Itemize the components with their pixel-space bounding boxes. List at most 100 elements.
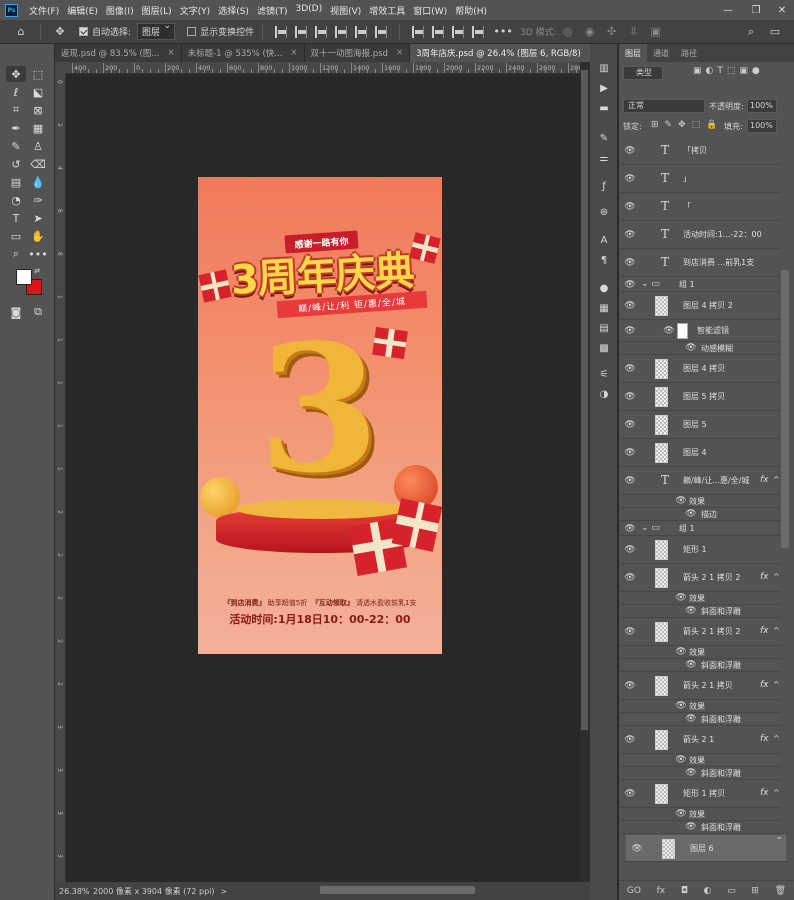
move-tool-icon[interactable]: ✥ [6, 66, 26, 82]
document-tab[interactable]: 双十一动图海报.psd × [305, 44, 411, 62]
visibility-eye-icon[interactable]: 👁 [624, 573, 636, 583]
adjustments-panel-icon[interactable]: ◑ [595, 386, 613, 402]
align-right-icon[interactable] [315, 25, 328, 38]
visibility-eye-icon[interactable]: 👁 [685, 768, 697, 778]
filter-kind-dropdown[interactable]: 类型 [623, 66, 663, 80]
layer-row[interactable]: 👁 图层 4 拷贝 [619, 355, 781, 383]
blur-icon[interactable]: 💧 [28, 174, 48, 190]
search-icon[interactable]: ⌕ [740, 21, 762, 43]
gradient-panel-icon[interactable]: ▤ [595, 320, 613, 336]
layer-row[interactable]: 👁 T 巅/峰/让...惠/全/城 fx ^ [619, 467, 781, 495]
fx-add-icon[interactable]: fx [657, 886, 666, 896]
visibility-eye-icon[interactable]: 👁 [624, 524, 636, 534]
path-select-icon[interactable]: ➤ [28, 210, 48, 226]
document-artwork[interactable]: 感谢一路有你 3周年庆典 巅/峰/让/利 钜/惠/全/城 3 『到店消费』 助享… [198, 177, 442, 654]
visibility-eye-icon[interactable]: 👁 [624, 146, 636, 156]
layer-row[interactable]: 👁 T 「拷贝 [619, 137, 781, 165]
horizontal-ruler[interactable]: 400 200 0 200 400 600 800 1000 1200 1400 1600 1800 2… [66, 62, 580, 74]
layer-row[interactable]: 👁 ⌄ ▭ 组 1 [619, 521, 781, 536]
character-panel-icon[interactable]: A [595, 232, 613, 248]
layer-row[interactable]: 👁 斜面和浮雕 [619, 821, 781, 834]
layer-row[interactable]: 👁 矩形 1 拷贝 fx ^ [619, 780, 781, 808]
collapse-arrow-icon[interactable]: ^ [773, 680, 780, 689]
visibility-eye-icon[interactable]: 👁 [624, 681, 636, 691]
dodge-icon[interactable]: ◔ [6, 192, 26, 208]
auto-select-checkbox[interactable] [79, 27, 88, 36]
panel-tab[interactable]: 图层 [619, 44, 647, 62]
menu-item[interactable]: 编辑(E) [63, 4, 102, 17]
document-tab[interactable]: 3周年店庆.psd @ 26.4% (图层 6, RGB/8)× [410, 44, 603, 62]
layers-scrollbar[interactable] [781, 270, 789, 548]
brush-tool-icon[interactable]: ✎ [6, 138, 26, 154]
layer-row[interactable]: 👁 👁 智能滤镜 [619, 320, 781, 342]
add-mask-icon[interactable]: ◘ [681, 886, 688, 896]
lasso-tool-icon[interactable]: ℓ [6, 84, 26, 100]
layer-row[interactable]: 👁 描边 [619, 508, 781, 521]
crop-tool-icon[interactable]: ⌗ [6, 102, 26, 118]
menu-item[interactable]: 窗口(W) [409, 4, 451, 17]
visibility-eye-icon[interactable]: 👁 [624, 545, 636, 555]
paragraph-panel-icon[interactable]: ¶ [595, 252, 613, 268]
menu-item[interactable]: 选择(S) [214, 4, 253, 17]
collapse-arrow-icon[interactable]: ^ [773, 572, 780, 581]
collapse-arrow-icon[interactable]: ^ [773, 626, 780, 635]
adjust-icon[interactable]: ⚌ [595, 150, 613, 166]
collapse-arrow-icon[interactable]: ^ [773, 475, 780, 484]
distribute-bottom-icon[interactable] [452, 25, 465, 38]
visibility-eye-icon[interactable]: 👁 [624, 448, 636, 458]
new-group-icon[interactable]: ▭ [727, 886, 736, 896]
vertical-ruler[interactable]: 0 2 4 6 8 1 1 1 1 1 2 2 2 2 2 3 3 3 3 [55, 74, 66, 882]
visibility-eye-icon[interactable]: 👁 [675, 496, 687, 506]
screen-mode-icon[interactable]: ⧉ [28, 304, 48, 320]
folder-icon[interactable]: ⌄ ▭ [641, 523, 660, 533]
lock-icons[interactable]: ⊞✎✥⬚🔒 [651, 120, 723, 130]
menu-item[interactable]: 增效工具 [365, 4, 409, 17]
folder-icon[interactable]: ⌄ ▭ [641, 279, 660, 289]
align-middle-icon[interactable] [355, 25, 368, 38]
delete-layer-icon[interactable]: 🗑 [775, 886, 786, 896]
comment-icon[interactable]: ▬ [595, 100, 613, 116]
layer-row[interactable]: 👁 ⌄ ▭ 组 1 [619, 277, 781, 292]
fx-icon[interactable]: fx [760, 572, 769, 582]
collapse-arrow-icon[interactable]: ^ [773, 788, 780, 797]
orbit-3d-icon[interactable]: ◎ [557, 21, 579, 43]
zoom-level[interactable]: 26.38% [59, 887, 93, 896]
distribute-top-icon[interactable] [412, 25, 425, 38]
layer-row[interactable]: 👁 T 活动时间:1...-22：00 [619, 221, 781, 249]
visibility-eye-icon[interactable]: 👁 [624, 627, 636, 637]
scroll-thumb[interactable] [581, 70, 588, 730]
menu-item[interactable]: 帮助(H) [451, 4, 491, 17]
more-tools-icon[interactable]: ••• [28, 246, 48, 262]
layer-row[interactable]: 👁 效果 [619, 646, 781, 659]
stamp-tool-icon[interactable]: ♙ [28, 138, 48, 154]
pan-3d-icon[interactable]: ✣ [601, 21, 623, 43]
visibility-eye-icon[interactable]: 👁 [675, 593, 687, 603]
filter-icons[interactable]: ▣◐T⬚▣● [693, 66, 764, 76]
menu-item[interactable]: 文件(F) [25, 4, 63, 17]
zoom-tool-icon[interactable]: ⌕ [6, 246, 26, 262]
type-tool-icon[interactable]: T [6, 210, 26, 226]
move-tool-icon[interactable]: ✥ [49, 21, 71, 43]
menu-item[interactable]: 文字(Y) [176, 4, 215, 17]
camera-3d-icon[interactable]: ▣ [645, 21, 667, 43]
menu-item[interactable]: 图像(I) [102, 4, 138, 17]
layer-row[interactable]: 👁 效果 [619, 754, 781, 767]
new-layer-icon[interactable]: ⊞ [751, 886, 759, 896]
layer-row[interactable]: 👁 效果 [619, 808, 781, 821]
workspace-icon[interactable]: ▭ [764, 21, 786, 43]
opacity-input[interactable]: 100% [747, 99, 777, 113]
eraser-icon[interactable]: ⌫ [28, 156, 48, 172]
adjustment-layer-icon[interactable]: ◐ [704, 886, 712, 896]
layer-row[interactable]: 👁 斜面和浮雕 [619, 767, 781, 780]
visibility-eye-icon[interactable]: 👁 [624, 301, 636, 311]
layer-row[interactable]: 👁 图层 6 [625, 832, 787, 862]
layer-row[interactable]: 👁 效果 [619, 592, 781, 605]
align-center-h-icon[interactable] [295, 25, 308, 38]
grid-panel-icon[interactable]: ▦ [595, 300, 613, 316]
show-transform-checkbox[interactable] [187, 27, 197, 36]
visibility-eye-icon[interactable]: 👁 [624, 735, 636, 745]
swap-colors-icon[interactable]: ⇄ [32, 266, 42, 276]
layer-row[interactable]: 👁 箭头 2 1 拷贝 fx ^ [619, 672, 781, 700]
visibility-eye-icon[interactable]: 👁 [624, 280, 636, 290]
hand-tool-icon[interactable]: ✋ [28, 228, 48, 244]
